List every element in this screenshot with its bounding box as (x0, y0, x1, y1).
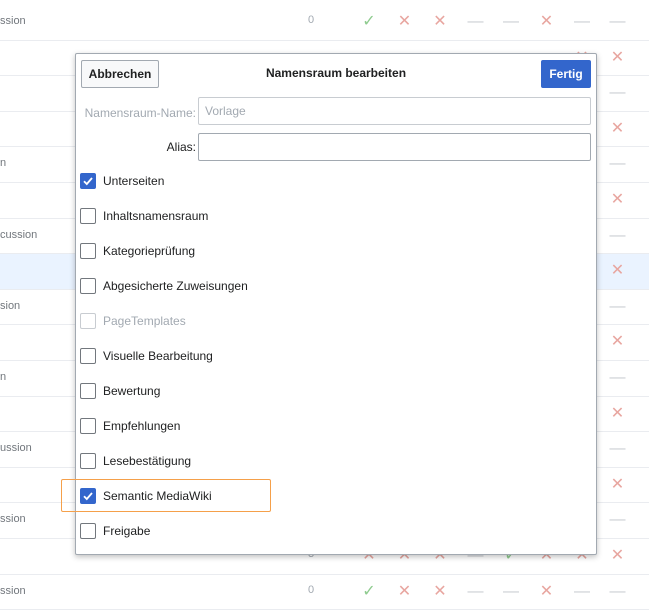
namespace-name-field (198, 97, 591, 125)
dash-icon[interactable]: — (571, 11, 593, 33)
dash-icon[interactable]: — (607, 153, 629, 175)
checkbox[interactable] (80, 418, 96, 434)
row-namespace-label: ssion (0, 513, 26, 526)
option-label: Lesebestätigung (103, 454, 192, 468)
option-label: Kategorieprüfung (103, 244, 196, 258)
checkbox (80, 313, 96, 329)
option-label: Empfehlungen (103, 419, 181, 433)
checkbox[interactable] (80, 523, 96, 539)
alias-field[interactable] (198, 133, 591, 161)
cross-icon[interactable]: ✕ (607, 189, 629, 211)
option-label: Unterseiten (103, 174, 165, 188)
cross-icon[interactable]: ✕ (607, 260, 629, 282)
checkbox[interactable] (80, 278, 96, 294)
cross-icon[interactable]: ✕ (607, 403, 629, 425)
checkbox[interactable] (80, 453, 96, 469)
row-page-count: 0 (308, 14, 315, 26)
row-namespace-label: ussion (0, 442, 32, 455)
checkbox[interactable] (80, 208, 96, 224)
checkbox-checked[interactable] (80, 173, 96, 189)
checkbox[interactable] (80, 243, 96, 259)
cross-icon[interactable]: ✕ (536, 581, 558, 603)
cross-icon[interactable]: ✕ (607, 47, 629, 69)
cross-icon[interactable]: ✕ (429, 581, 451, 603)
option-label: Inhaltsnamensraum (103, 209, 209, 223)
option-label: PageTemplates (103, 314, 186, 328)
row-namespace-label: cussion (0, 228, 38, 241)
cross-icon[interactable]: ✕ (607, 474, 629, 496)
dash-icon[interactable]: — (607, 11, 629, 33)
cross-icon[interactable]: ✕ (607, 118, 629, 140)
dash-icon[interactable]: — (607, 367, 629, 389)
dash-icon[interactable]: — (465, 11, 487, 33)
cross-icon[interactable]: ✕ (429, 11, 451, 33)
table-row[interactable]: ssion 0 ✓ ✕ ✕ — — ✕ — — (0, 5, 649, 41)
cross-icon[interactable]: ✕ (536, 11, 558, 33)
checkbox[interactable] (80, 348, 96, 364)
cross-icon[interactable]: ✕ (607, 545, 629, 567)
row-namespace-label: n (0, 157, 7, 170)
dash-icon[interactable]: — (500, 581, 522, 603)
check-icon[interactable]: ✓ (358, 11, 380, 33)
dash-icon[interactable]: — (607, 296, 629, 318)
dash-icon[interactable]: — (607, 438, 629, 460)
dash-icon[interactable]: — (607, 509, 629, 531)
option-label: Freigabe (103, 524, 151, 538)
dash-icon[interactable]: — (500, 11, 522, 33)
dash-icon[interactable]: — (607, 225, 629, 247)
edit-namespace-dialog: Abbrechen Namensraum bearbeiten Fertig N… (61, 53, 597, 555)
row-page-count: 0 (308, 583, 315, 596)
namespace-name-label: Namensraum-Name: (84, 106, 196, 120)
dialog-title: Namensraum bearbeiten (265, 66, 407, 80)
check-icon[interactable]: ✓ (358, 581, 380, 603)
dash-icon[interactable]: — (607, 82, 629, 104)
highlight-frame (61, 479, 271, 512)
done-button[interactable]: Fertig (541, 60, 591, 88)
row-namespace-label: ssion (0, 584, 26, 597)
alias-label: Alias: (166, 140, 196, 154)
dash-icon[interactable]: — (465, 581, 487, 603)
table-row[interactable]: ssion 0 ✓ ✕ ✕ — — ✕ — — (0, 575, 649, 610)
cross-icon[interactable]: ✕ (394, 581, 416, 603)
row-namespace-label: ssion (0, 15, 26, 27)
option-label: Abgesicherte Zuweisungen (103, 279, 248, 293)
dialog-header: Abbrechen Namensraum bearbeiten Fertig (76, 54, 596, 94)
cross-icon[interactable]: ✕ (394, 11, 416, 33)
option-label: Bewertung (103, 384, 161, 398)
checkbox[interactable] (80, 383, 96, 399)
option-label: Visuelle Bearbeitung (103, 349, 213, 363)
dash-icon[interactable]: — (571, 581, 593, 603)
dash-icon[interactable]: — (607, 581, 629, 603)
cross-icon[interactable]: ✕ (607, 331, 629, 353)
row-namespace-label: n (0, 371, 7, 383)
row-namespace-label: sion (0, 299, 21, 312)
